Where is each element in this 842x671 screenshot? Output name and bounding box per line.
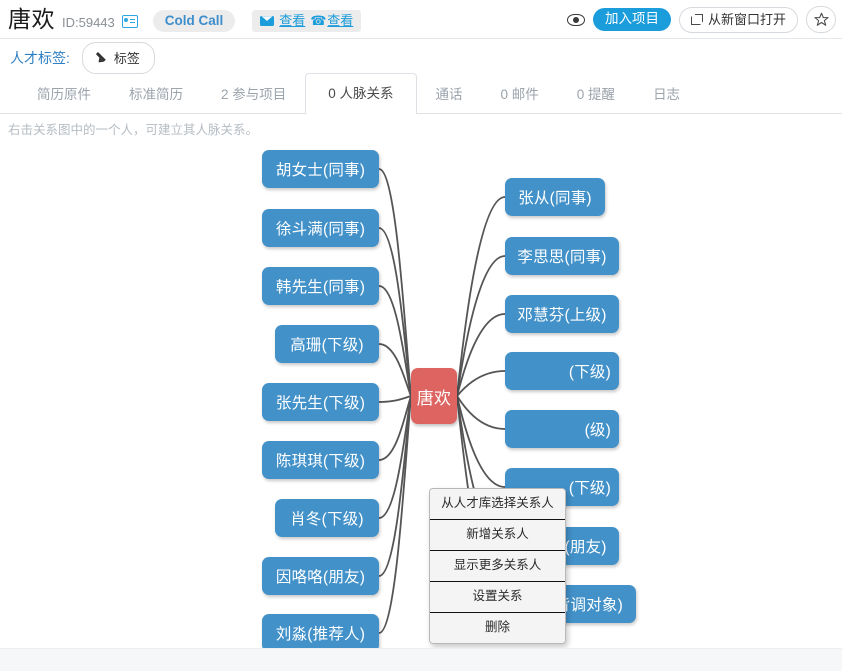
candidate-id: ID:59443 — [62, 14, 115, 30]
tab-bar: 简历原件 标准简历 2 参与项目 0 人脉关系 通话 0 邮件 0 提醒 日志 — [0, 72, 842, 114]
talent-tag-label: 人才标签: — [10, 49, 70, 66]
tab-0[interactable]: 简历原件 — [18, 76, 110, 114]
candidate-detail-page: 唐欢 ID:59443 Cold Call 查看 ☎ 查看 加入项目 从新窗口打… — [0, 0, 842, 671]
graph-node-left-7[interactable]: 因咯咯(朋友) — [262, 557, 379, 595]
favorite-button[interactable] — [806, 6, 836, 33]
open-new-window-label: 从新窗口打开 — [707, 11, 786, 27]
eye-icon[interactable] — [566, 13, 585, 26]
graph-edge — [456, 196, 506, 397]
tab-4[interactable]: 通话 — [417, 76, 482, 114]
add-tag-label: 标签 — [113, 50, 140, 66]
status-badge: Cold Call — [152, 9, 236, 33]
graph-node-right-2[interactable]: 邓慧芬(上级) — [505, 295, 619, 333]
relationship-graph[interactable]: 唐欢 胡女士(同事) 徐斗满(同事) 韩先生(同事) 高珊(下级) 张先生(下级) 陈琪琪(… — [0, 140, 842, 648]
graph-node-right-3[interactable]: (下级) — [505, 352, 619, 390]
external-link-icon — [690, 13, 703, 25]
header-left-group: 唐欢 ID:59443 Cold Call 查看 ☎ 查看 — [8, 0, 362, 39]
graph-node-right-0[interactable]: 张从(同事) — [505, 178, 605, 216]
header-right-group: 加入项目 从新窗口打开 — [566, 0, 836, 39]
view-phone-link[interactable]: 查看 — [327, 14, 353, 27]
context-menu-item-3[interactable]: 设置关系 — [430, 582, 565, 613]
tab-3[interactable]: 0 人脉关系 — [305, 72, 417, 114]
graph-node-left-5[interactable]: 陈琪琪(下级) — [262, 441, 379, 479]
add-tag-button[interactable]: 标签 — [81, 41, 155, 74]
pencil-icon — [97, 51, 109, 63]
page-footer — [0, 648, 842, 671]
context-menu-item-0[interactable]: 从人才库选择关系人 — [430, 489, 565, 520]
context-menu-item-2[interactable]: 显示更多关系人 — [430, 551, 565, 582]
graph-center-node[interactable]: 唐欢 — [411, 368, 457, 424]
talent-tag-row: 人才标签: 标签 — [0, 40, 842, 75]
open-new-window-button[interactable]: 从新窗口打开 — [678, 6, 798, 33]
join-project-button[interactable]: 加入项目 — [592, 8, 671, 31]
graph-node-right-4[interactable]: (级) — [505, 410, 619, 448]
phone-icon: ☎ — [310, 12, 327, 28]
id-card-icon[interactable] — [121, 15, 138, 28]
graph-node-left-0[interactable]: 胡女士(同事) — [262, 150, 379, 188]
graph-edge — [378, 395, 412, 403]
node-context-menu[interactable]: 从人才库选择关系人 新增关系人 显示更多关系人 设置关系 删除 — [429, 488, 566, 644]
graph-edge — [456, 255, 506, 397]
contact-actions: 查看 ☎ 查看 — [252, 10, 362, 32]
graph-node-left-2[interactable]: 韩先生(同事) — [262, 267, 379, 305]
view-email-link[interactable]: 查看 — [279, 14, 305, 27]
context-menu-item-4[interactable]: 删除 — [430, 613, 565, 643]
tab-1[interactable]: 标准简历 — [110, 76, 202, 114]
tab-7[interactable]: 日志 — [634, 76, 699, 114]
graph-node-left-4[interactable]: 张先生(下级) — [262, 383, 379, 421]
star-icon — [813, 12, 829, 26]
envelope-icon — [260, 15, 275, 26]
tab-2[interactable]: 2 参与项目 — [202, 76, 305, 114]
tab-6[interactable]: 0 提醒 — [558, 76, 634, 114]
page-title: 唐欢 — [8, 6, 55, 32]
graph-node-left-1[interactable]: 徐斗满(同事) — [262, 209, 379, 247]
graph-node-right-1[interactable]: 李思思(同事) — [505, 237, 619, 275]
context-menu-item-1[interactable]: 新增关系人 — [430, 520, 565, 551]
tab-5[interactable]: 0 邮件 — [482, 76, 558, 114]
graph-node-left-8[interactable]: 刘淼(推荐人) — [262, 614, 379, 648]
graph-hint-text: 右击关系图中的一个人，可建立其人脉关系。 — [8, 123, 259, 137]
graph-node-left-3[interactable]: 高珊(下级) — [275, 325, 379, 363]
graph-edge — [456, 370, 506, 397]
page-header: 唐欢 ID:59443 Cold Call 查看 ☎ 查看 加入项目 从新窗口打… — [0, 0, 842, 39]
graph-node-left-6[interactable]: 肖冬(下级) — [275, 499, 379, 537]
